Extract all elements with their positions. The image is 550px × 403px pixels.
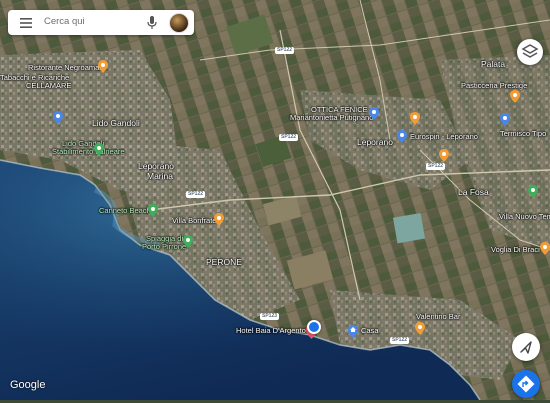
navigation-arrow-icon — [520, 341, 532, 354]
directions-icon — [517, 375, 535, 393]
place-label[interactable]: Canneto Beach — [99, 207, 151, 215]
road-shield-sp122: SP122 — [186, 191, 206, 198]
place-label[interactable]: Villa Bonfrate — [172, 217, 216, 225]
satellite-map[interactable] — [0, 0, 550, 400]
green-place-pin-icon[interactable] — [94, 143, 104, 156]
hamburger-menu-icon[interactable] — [20, 18, 32, 28]
place-label[interactable]: Mariantonietta Putignano — [290, 114, 373, 122]
place-label[interactable]: Ristorante Negroamaro — [28, 64, 106, 72]
blue-place-pin-icon[interactable] — [369, 107, 379, 120]
place-label[interactable]: Hotel Baia D'Argento — [236, 327, 306, 335]
directions-button[interactable] — [512, 370, 540, 398]
place-label[interactable]: CELLAMARE — [26, 82, 71, 90]
blue-place-pin-icon[interactable] — [500, 113, 510, 126]
road-shield-sp122: SP122 — [426, 163, 446, 170]
place-label[interactable]: Leporano — [357, 138, 393, 147]
microphone-icon[interactable] — [147, 16, 157, 29]
road-shield-sp122: SP122 — [275, 47, 295, 54]
place-label[interactable]: Leporano — [138, 162, 174, 171]
place-label[interactable]: Termisco Tipo — [500, 130, 546, 138]
search-bar[interactable]: Cerca qui — [8, 10, 194, 35]
green-place-pin-icon[interactable] — [183, 235, 193, 248]
layers-button[interactable] — [517, 39, 543, 65]
orange-place-pin-icon[interactable] — [510, 90, 520, 103]
road-shield-sp123: SP123 — [260, 313, 280, 320]
current-location-dot[interactable] — [307, 320, 321, 334]
layers-icon — [521, 44, 539, 58]
place-label[interactable]: Voglia Di Braci — [491, 246, 540, 254]
road-shield-sp122: SP122 — [390, 337, 410, 344]
orange-place-pin-icon[interactable] — [410, 112, 420, 125]
place-label[interactable]: Casa — [361, 327, 379, 335]
place-label[interactable]: Porto Pirrone — [142, 243, 186, 251]
place-label[interactable]: La Fosa — [458, 188, 489, 197]
place-label[interactable]: Palata — [481, 60, 505, 69]
place-label[interactable]: Stabilimento balneare — [52, 148, 125, 156]
green-place-pin-icon[interactable] — [148, 204, 158, 217]
place-label[interactable]: Valentino Bar — [416, 313, 460, 321]
orange-place-pin-icon[interactable] — [540, 242, 550, 255]
road-shield-sp122: SP122 — [279, 134, 299, 141]
blue-place-pin-icon[interactable] — [53, 111, 63, 124]
search-input[interactable]: Cerca qui — [44, 16, 85, 27]
place-label[interactable]: PERONE — [206, 258, 242, 267]
place-label[interactable]: Villa Nuovo Tem — [499, 213, 550, 221]
my-location-button[interactable] — [512, 333, 540, 361]
avatar[interactable] — [169, 13, 189, 33]
orange-place-pin-icon[interactable] — [98, 60, 108, 73]
place-label[interactable]: Lido Gandoli — [92, 119, 140, 128]
orange-place-pin-icon[interactable] — [415, 322, 425, 335]
google-attribution-logo: Google — [10, 379, 46, 391]
green-place-pin-icon[interactable] — [528, 185, 538, 198]
blue-place-pin-icon[interactable] — [397, 130, 407, 143]
home-place-pin-icon[interactable] — [348, 325, 358, 338]
orange-place-pin-icon[interactable] — [214, 213, 224, 226]
orange-place-pin-icon[interactable] — [439, 149, 449, 162]
place-label[interactable]: Pasticceria Prestige — [461, 82, 527, 90]
place-label[interactable]: Eurospin - Leporano — [410, 133, 478, 141]
place-label[interactable]: Marina — [147, 172, 173, 181]
